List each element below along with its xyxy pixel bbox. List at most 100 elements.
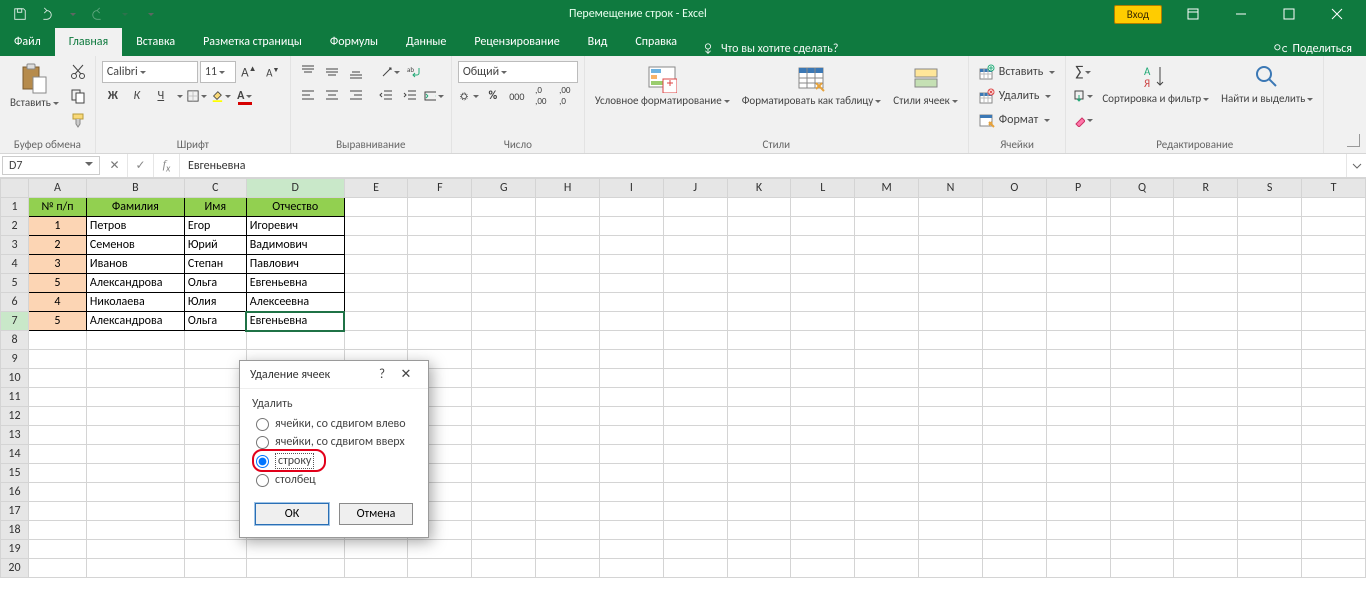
- cell[interactable]: [919, 388, 983, 407]
- cell[interactable]: [86, 483, 184, 502]
- cell[interactable]: [599, 312, 663, 331]
- cell[interactable]: [727, 521, 791, 540]
- fill-icon[interactable]: [1072, 85, 1094, 107]
- cell[interactable]: [408, 255, 472, 274]
- row-header[interactable]: 18: [1, 521, 29, 540]
- cell[interactable]: 4: [28, 293, 86, 312]
- cell[interactable]: [28, 407, 86, 426]
- cell[interactable]: [184, 559, 246, 578]
- cell[interactable]: [727, 407, 791, 426]
- cell[interactable]: [344, 236, 408, 255]
- cell[interactable]: [727, 369, 791, 388]
- cell[interactable]: [1174, 502, 1238, 521]
- cell[interactable]: [1110, 540, 1174, 559]
- sort-filter-button[interactable]: АЯ Сортировка и фильтр: [1098, 61, 1213, 107]
- column-header[interactable]: N: [919, 179, 983, 198]
- cell[interactable]: [727, 293, 791, 312]
- cell[interactable]: [855, 217, 919, 236]
- cell[interactable]: [184, 502, 246, 521]
- cell[interactable]: [472, 521, 536, 540]
- cell[interactable]: [1302, 236, 1366, 255]
- cell[interactable]: [982, 464, 1046, 483]
- cell[interactable]: [344, 540, 408, 559]
- cell[interactable]: [982, 236, 1046, 255]
- cell[interactable]: [472, 388, 536, 407]
- cell[interactable]: [1238, 502, 1302, 521]
- align-left-icon[interactable]: [297, 85, 319, 107]
- cell[interactable]: [727, 464, 791, 483]
- cell[interactable]: [791, 236, 855, 255]
- cell[interactable]: Алексеевна: [246, 293, 344, 312]
- cell[interactable]: [982, 559, 1046, 578]
- cell[interactable]: [472, 407, 536, 426]
- cell[interactable]: [599, 293, 663, 312]
- cell[interactable]: [86, 464, 184, 483]
- cell[interactable]: [855, 331, 919, 350]
- cell[interactable]: [982, 521, 1046, 540]
- cell[interactable]: [408, 293, 472, 312]
- cell[interactable]: [855, 255, 919, 274]
- cell[interactable]: [472, 350, 536, 369]
- cell[interactable]: 1: [28, 217, 86, 236]
- cell[interactable]: [1238, 369, 1302, 388]
- cell[interactable]: Николаева: [86, 293, 184, 312]
- cell[interactable]: № п/п: [28, 198, 86, 217]
- cell[interactable]: [982, 350, 1046, 369]
- cell[interactable]: Александрова: [86, 312, 184, 331]
- cell[interactable]: [1046, 464, 1110, 483]
- row-header[interactable]: 19: [1, 540, 29, 559]
- row-header[interactable]: 4: [1, 255, 29, 274]
- row-header[interactable]: 9: [1, 350, 29, 369]
- cell[interactable]: [919, 559, 983, 578]
- format-painter-icon[interactable]: [67, 109, 89, 131]
- cell[interactable]: [855, 350, 919, 369]
- format-as-table-button[interactable]: Форматировать как таблицу: [738, 61, 886, 109]
- cell[interactable]: [536, 426, 600, 445]
- cell[interactable]: [599, 426, 663, 445]
- cell[interactable]: [1110, 483, 1174, 502]
- cell[interactable]: [599, 274, 663, 293]
- cell[interactable]: [1238, 426, 1302, 445]
- cell[interactable]: [599, 540, 663, 559]
- cell[interactable]: [1046, 445, 1110, 464]
- cell[interactable]: [472, 483, 536, 502]
- cell[interactable]: [86, 445, 184, 464]
- cell[interactable]: [1302, 331, 1366, 350]
- column-header[interactable]: G: [472, 179, 536, 198]
- cell[interactable]: [982, 388, 1046, 407]
- cell[interactable]: 5: [28, 274, 86, 293]
- cell[interactable]: [791, 540, 855, 559]
- cell[interactable]: [791, 502, 855, 521]
- cell[interactable]: [663, 255, 727, 274]
- cell[interactable]: [727, 331, 791, 350]
- cell[interactable]: [919, 369, 983, 388]
- cell[interactable]: [344, 331, 408, 350]
- cell[interactable]: [791, 369, 855, 388]
- cut-icon[interactable]: [67, 61, 89, 83]
- cell[interactable]: [1110, 217, 1174, 236]
- cell[interactable]: [855, 236, 919, 255]
- format-cells-button[interactable]: Формат: [975, 109, 1060, 131]
- cell[interactable]: [1238, 312, 1302, 331]
- cell[interactable]: [1238, 388, 1302, 407]
- cell[interactable]: [1302, 426, 1366, 445]
- cell[interactable]: [28, 369, 86, 388]
- column-header[interactable]: J: [663, 179, 727, 198]
- cell[interactable]: [982, 445, 1046, 464]
- cell[interactable]: [86, 407, 184, 426]
- insert-function-icon[interactable]: fx: [154, 154, 180, 177]
- cell[interactable]: [727, 217, 791, 236]
- cell[interactable]: [86, 388, 184, 407]
- comma-format-icon[interactable]: 000: [506, 85, 528, 107]
- cell[interactable]: [855, 483, 919, 502]
- cell[interactable]: [1046, 540, 1110, 559]
- cell[interactable]: [919, 274, 983, 293]
- cell[interactable]: [1302, 445, 1366, 464]
- cell[interactable]: [599, 255, 663, 274]
- cell[interactable]: [599, 388, 663, 407]
- align-center-icon[interactable]: [321, 85, 343, 107]
- cell[interactable]: [1302, 559, 1366, 578]
- cell[interactable]: [599, 198, 663, 217]
- clear-icon[interactable]: [1072, 109, 1094, 131]
- cell[interactable]: [1174, 407, 1238, 426]
